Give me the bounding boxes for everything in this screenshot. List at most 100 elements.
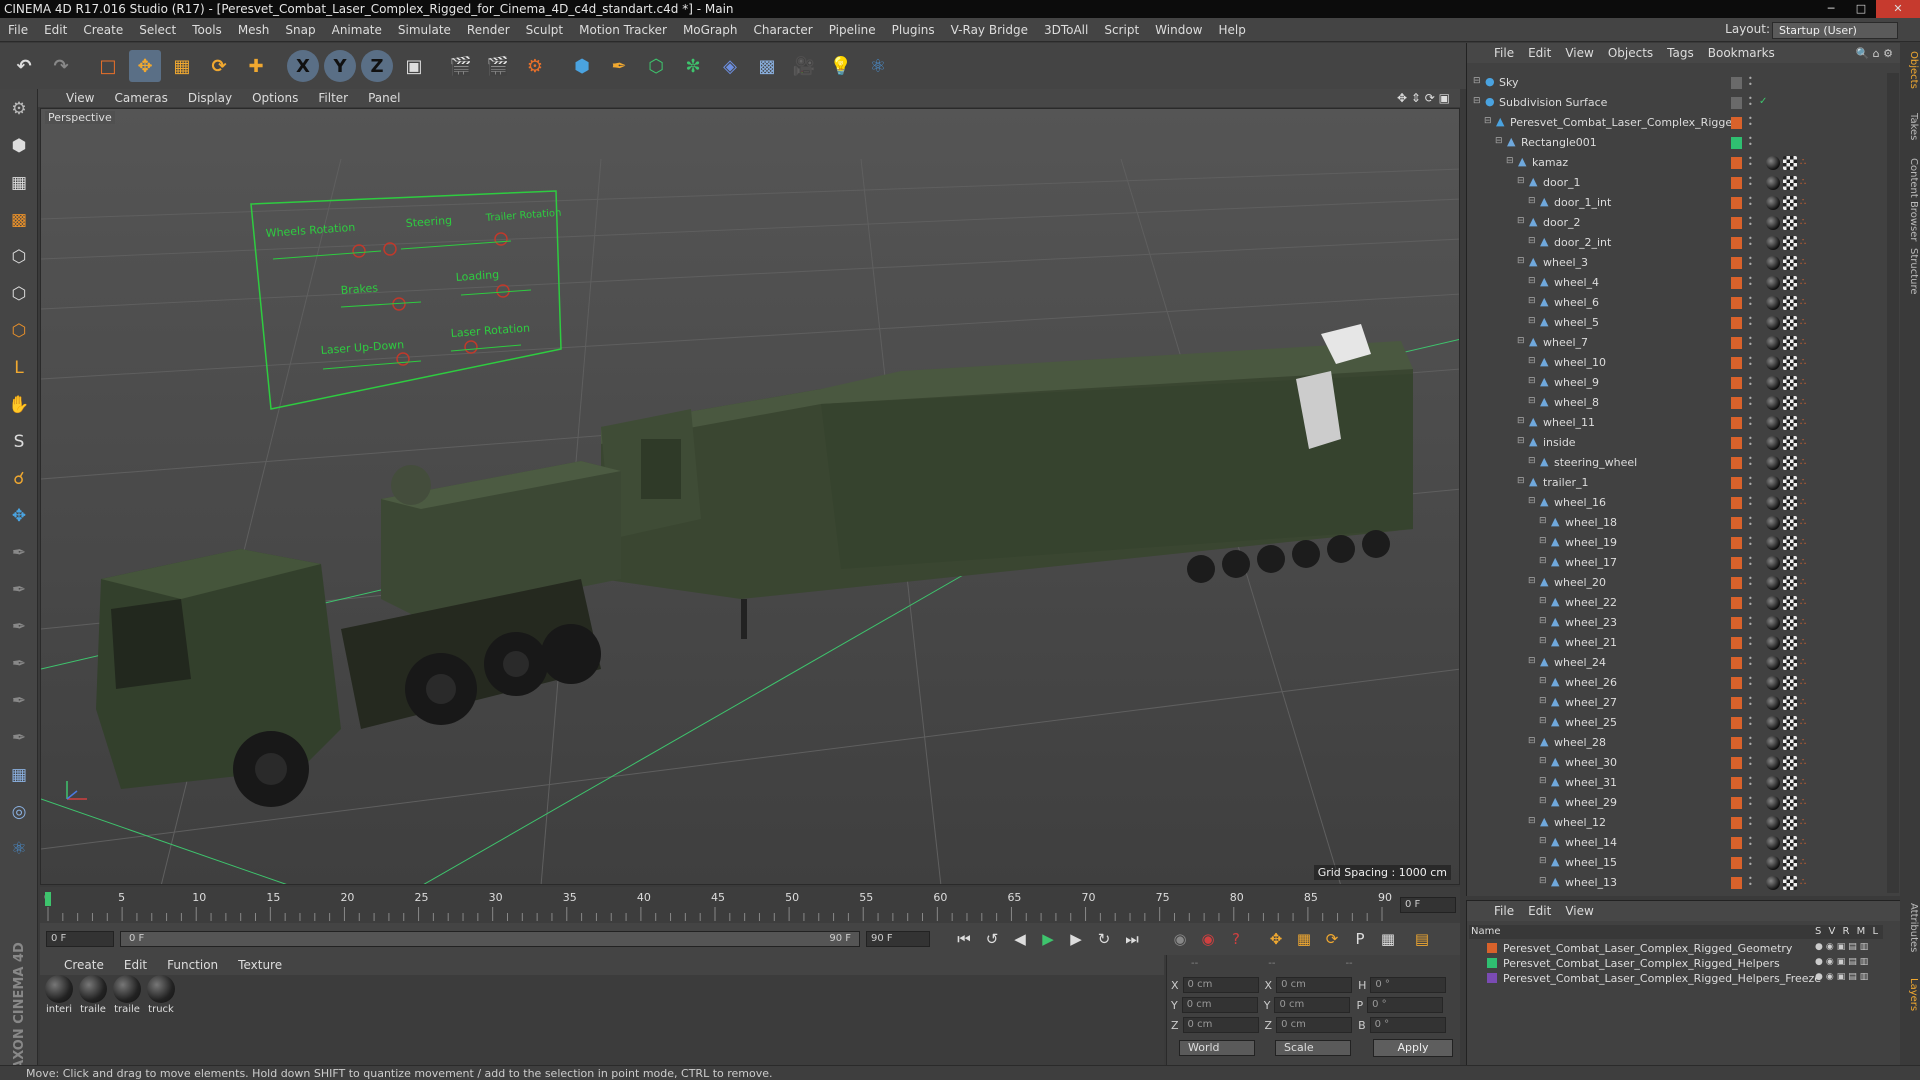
model-mode-icon[interactable]: ⬢: [3, 130, 35, 162]
xpresso-tag-icon[interactable]: ∴: [1800, 776, 1806, 790]
menu-create[interactable]: Create: [75, 18, 131, 42]
expand-toggle-icon[interactable]: ⊟: [1506, 156, 1514, 166]
vp-menu-options[interactable]: Options: [242, 91, 308, 105]
checker-tag-icon[interactable]: [1783, 556, 1797, 570]
expand-toggle-icon[interactable]: ⊟: [1539, 516, 1547, 526]
xpresso-tag-icon[interactable]: ∴: [1800, 356, 1806, 370]
layer-color-swatch[interactable]: [1731, 537, 1742, 549]
visibility-dots-icon[interactable]: • •: [1748, 875, 1753, 889]
layer-color-swatch[interactable]: [1731, 637, 1742, 649]
xpresso-tag-icon[interactable]: ∴: [1800, 736, 1806, 750]
material-tag-icon[interactable]: [1766, 516, 1780, 530]
layer-color-swatch[interactable]: [1487, 943, 1497, 953]
render-settings-icon[interactable]: ⚙: [519, 50, 551, 82]
snap-icon[interactable]: S: [3, 426, 35, 458]
checker-tag-icon[interactable]: [1783, 216, 1797, 230]
vp-menu-panel[interactable]: Panel: [358, 91, 410, 105]
visibility-dots-icon[interactable]: • •: [1748, 715, 1753, 729]
xpresso-tag-icon[interactable]: ∴: [1800, 796, 1806, 810]
menu-select[interactable]: Select: [131, 18, 184, 42]
menu-3dtoall[interactable]: 3DToAll: [1036, 18, 1096, 42]
xpresso-tag-icon[interactable]: ∴: [1800, 836, 1806, 850]
object-row[interactable]: ⊟ ▲ door_2_int • • ∴: [1467, 233, 1885, 253]
visibility-dots-icon[interactable]: • •: [1748, 635, 1753, 649]
checker-tag-icon[interactable]: [1783, 816, 1797, 830]
expand-toggle-icon[interactable]: ⊟: [1484, 116, 1492, 126]
checker-tag-icon[interactable]: [1783, 316, 1797, 330]
xpresso-tag-icon[interactable]: ∴: [1800, 436, 1806, 450]
current-frame-field[interactable]: 0 F: [1400, 897, 1456, 913]
z-axis-icon[interactable]: Z: [361, 50, 393, 82]
object-row[interactable]: ⊟ ▲ wheel_22 • • ∴: [1467, 593, 1885, 613]
material-tag-icon[interactable]: [1766, 796, 1780, 810]
visibility-dots-icon[interactable]: • •: [1748, 775, 1753, 789]
key-grid-icon[interactable]: ▦: [1376, 927, 1400, 951]
xpresso-tag-icon[interactable]: ∴: [1800, 216, 1806, 230]
menu-animate[interactable]: Animate: [324, 18, 390, 42]
layer-color-swatch[interactable]: [1731, 277, 1742, 289]
layer-color-swatch[interactable]: [1731, 557, 1742, 569]
layer-color-swatch[interactable]: [1731, 377, 1742, 389]
scale-icon[interactable]: ▦: [166, 50, 198, 82]
visibility-dots-icon[interactable]: • •: [1748, 235, 1753, 249]
object-row[interactable]: ⊟ ▲ wheel_18 • • ∴: [1467, 513, 1885, 533]
xpresso-tag-icon[interactable]: ∴: [1800, 676, 1806, 690]
layer-color-swatch[interactable]: [1731, 417, 1742, 429]
checker-tag-icon[interactable]: [1783, 876, 1797, 890]
object-row[interactable]: ⊟ ▲ door_1 • • ∴: [1467, 173, 1885, 193]
brush-icon[interactable]: ✒: [3, 537, 35, 569]
object-row[interactable]: ⊟ ▲ wheel_23 • • ∴: [1467, 613, 1885, 633]
lm-menu-edit[interactable]: Edit: [1521, 904, 1558, 918]
layer-color-swatch[interactable]: [1731, 177, 1742, 189]
array-icon[interactable]: ✼: [677, 50, 709, 82]
expand-toggle-icon[interactable]: ⊟: [1539, 696, 1547, 706]
object-row[interactable]: ⊟ ▲ wheel_21 • • ∴: [1467, 633, 1885, 653]
object-row[interactable]: ⊟ ▲ wheel_25 • • ∴: [1467, 713, 1885, 733]
layer-color-swatch[interactable]: [1731, 797, 1742, 809]
om-menu-edit[interactable]: Edit: [1521, 46, 1558, 60]
visibility-dots-icon[interactable]: • •: [1748, 115, 1753, 129]
object-row[interactable]: ⊟ ▲ Peresvet_Combat_Laser_Complex_Rigged • …: [1467, 113, 1885, 133]
visibility-dots-icon[interactable]: • •: [1748, 675, 1753, 689]
expand-toggle-icon[interactable]: ⊟: [1539, 596, 1547, 606]
expand-toggle-icon[interactable]: ⊟: [1528, 376, 1536, 386]
checker-tag-icon[interactable]: [1783, 576, 1797, 590]
menu-help[interactable]: Help: [1210, 18, 1253, 42]
layer-color-swatch[interactable]: [1731, 77, 1742, 89]
rotation-p-input[interactable]: 0 °: [1367, 997, 1444, 1013]
material-tag-icon[interactable]: [1766, 496, 1780, 510]
layer-color-swatch[interactable]: [1731, 877, 1742, 889]
floor-icon[interactable]: ▩: [751, 50, 783, 82]
polygons-mode-icon[interactable]: ⬡: [3, 315, 35, 347]
motion-record-icon[interactable]: ◉: [1168, 927, 1192, 951]
expand-toggle-icon[interactable]: ⊟: [1528, 296, 1536, 306]
layer-color-swatch[interactable]: [1731, 357, 1742, 369]
visibility-dots-icon[interactable]: • •: [1748, 195, 1753, 209]
expand-toggle-icon[interactable]: ⊟: [1517, 256, 1525, 266]
object-row[interactable]: ⊟ ▲ wheel_15 • • ∴: [1467, 853, 1885, 873]
material-tag-icon[interactable]: [1766, 636, 1780, 650]
material-tag-icon[interactable]: [1766, 356, 1780, 370]
viewport-perspective[interactable]: Wheels Rotation Steering Trailer Rotatio…: [40, 108, 1460, 885]
layer-color-swatch[interactable]: [1731, 157, 1742, 169]
checker-tag-icon[interactable]: [1783, 256, 1797, 270]
menu-script[interactable]: Script: [1096, 18, 1147, 42]
xpresso-tag-icon[interactable]: ∴: [1800, 236, 1806, 250]
xpresso-tag-icon[interactable]: ∴: [1800, 296, 1806, 310]
visibility-dots-icon[interactable]: • •: [1748, 395, 1753, 409]
visibility-dots-icon[interactable]: • •: [1748, 855, 1753, 869]
next-frame-icon[interactable]: ▶: [1064, 927, 1088, 951]
visibility-dots-icon[interactable]: • •: [1748, 655, 1753, 669]
points-mode-icon[interactable]: ⬡: [3, 241, 35, 273]
layer-color-swatch[interactable]: [1731, 777, 1742, 789]
position-x-input[interactable]: 0 cm: [1182, 977, 1259, 993]
object-row[interactable]: ⊟ ▲ wheel_26 • • ∴: [1467, 673, 1885, 693]
layer-color-swatch[interactable]: [1731, 737, 1742, 749]
xpresso-tag-icon[interactable]: ∴: [1800, 756, 1806, 770]
autokey-icon[interactable]: ?: [1224, 927, 1248, 951]
visibility-dots-icon[interactable]: • •: [1748, 815, 1753, 829]
checker-tag-icon[interactable]: [1783, 676, 1797, 690]
menu-snap[interactable]: Snap: [277, 18, 323, 42]
expand-toggle-icon[interactable]: ⊟: [1528, 576, 1536, 586]
visibility-dots-icon[interactable]: • •: [1748, 535, 1753, 549]
